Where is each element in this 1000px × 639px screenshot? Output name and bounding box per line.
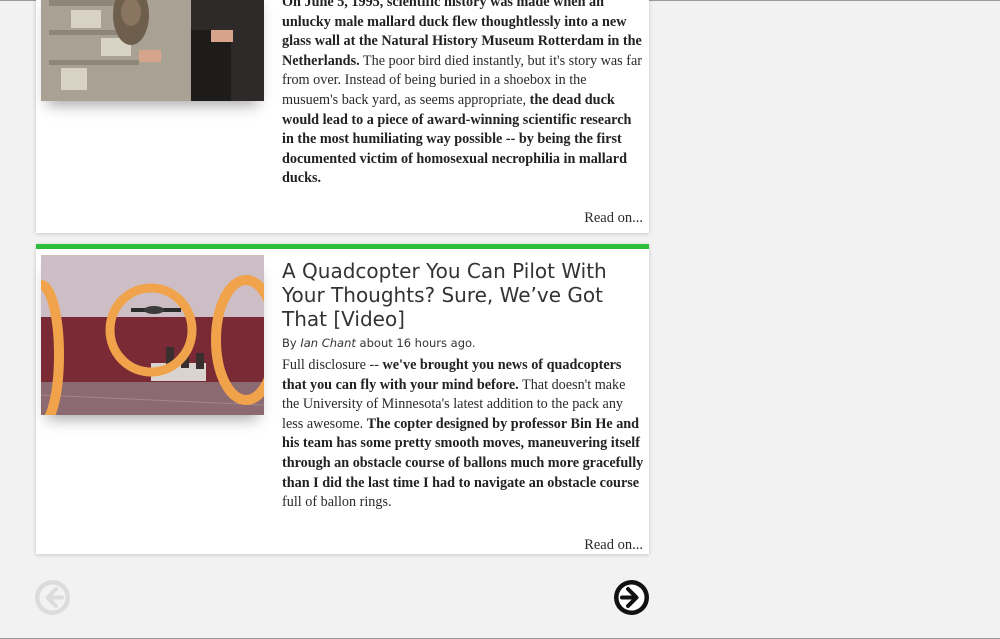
- article-byline: By Ian Chant about 16 hours ago.: [282, 336, 476, 350]
- article-excerpt: Full disclosure -- we've brought you new…: [282, 356, 644, 513]
- next-page-button[interactable]: [614, 580, 649, 615]
- author-link[interactable]: Ian Chant: [300, 336, 356, 350]
- byline-time: about 16 hours ago.: [355, 336, 476, 350]
- read-on-link[interactable]: Read on...: [584, 537, 643, 554]
- article-excerpt: On June 5, 1995, scientific history was …: [282, 0, 644, 189]
- byline-prefix: By: [282, 336, 301, 350]
- article-card-duck: On June 5, 1995, scientific history was …: [36, 0, 649, 233]
- excerpt-text: full of ballon rings.: [282, 494, 392, 511]
- read-on-link[interactable]: Read on...: [584, 210, 643, 227]
- article-card-quadcopter: A Quadcopter You Can Pilot With Your Tho…: [36, 244, 649, 554]
- excerpt-text: Full disclosure --: [282, 357, 383, 373]
- arrow-left-circle-icon: [39, 584, 66, 611]
- article-title[interactable]: A Quadcopter You Can Pilot With Your Tho…: [282, 259, 642, 331]
- previous-page-button[interactable]: [35, 580, 70, 615]
- arrow-right-circle-icon: [618, 584, 645, 611]
- article-thumbnail-quadcopter[interactable]: [41, 255, 264, 415]
- article-thumbnail-owl[interactable]: [41, 0, 264, 101]
